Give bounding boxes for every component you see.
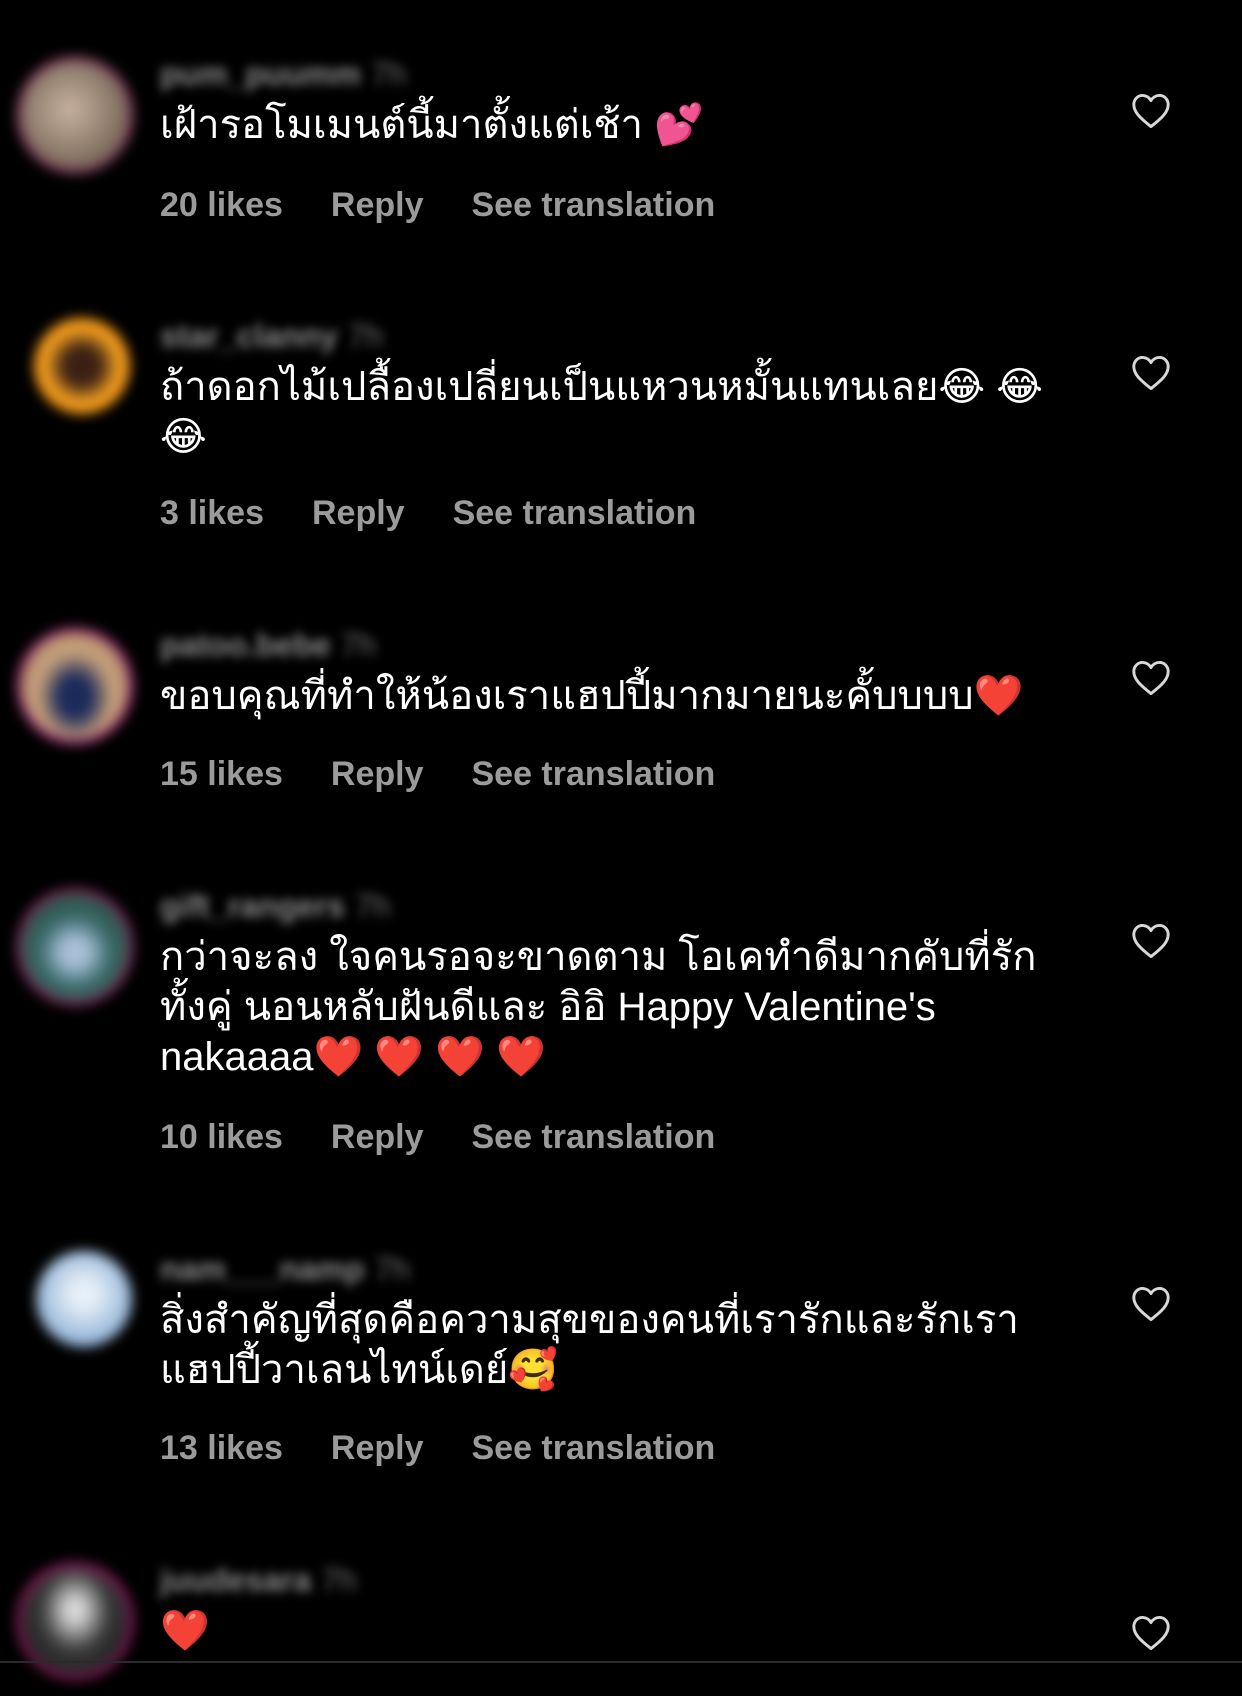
heart-outline-icon[interactable]: [1131, 93, 1171, 129]
see-translation-button[interactable]: See translation: [471, 186, 715, 224]
reply-button[interactable]: Reply: [331, 186, 424, 224]
reply-button[interactable]: Reply: [312, 494, 405, 532]
avatar[interactable]: [16, 888, 134, 1006]
likes-count[interactable]: 13 likes: [160, 1429, 283, 1467]
heart-outline-icon[interactable]: [1131, 1286, 1171, 1322]
see-translation-button[interactable]: See translation: [471, 1118, 715, 1156]
comment-text: สิ่งสำคัญที่สุดคือความสุขของคนที่เรารักแ…: [160, 1298, 1019, 1392]
username[interactable]: patoo.bebe: [160, 627, 331, 663]
comment-text: เฝ้ารอโมเมนต์นี้มาตั้งแต่เช้า 💕: [160, 103, 704, 147]
username-timestamp: star_clanny 7h: [160, 316, 383, 356]
username-timestamp: gift_rangers 7h: [160, 886, 391, 926]
avatar[interactable]: [16, 56, 134, 174]
likes-count[interactable]: 15 likes: [160, 755, 283, 793]
timestamp: 7h: [354, 888, 391, 924]
username-timestamp: nam___namp 7h: [160, 1249, 410, 1289]
username-timestamp: patoo.bebe 7h: [160, 625, 376, 665]
timestamp: 7h: [321, 1562, 357, 1598]
comment-text: ถ้าดอกไม้เปลื้องเปลี่ยนเป็นแหวนหมั้นแทนเ…: [160, 365, 1044, 459]
avatar[interactable]: [34, 318, 130, 414]
username[interactable]: juudesara: [160, 1562, 311, 1598]
see-translation-button[interactable]: See translation: [453, 494, 697, 532]
likes-count[interactable]: 20 likes: [160, 186, 283, 224]
timestamp: 7h: [370, 56, 407, 92]
reply-button[interactable]: Reply: [331, 1118, 424, 1156]
username-timestamp: pum_puumm 7h: [160, 54, 406, 94]
comment-actions: 15 likes Reply See translation: [160, 755, 763, 794]
comment-actions: 10 likes Reply See translation: [160, 1118, 763, 1157]
comment-actions: 3 likes Reply See translation: [160, 494, 744, 533]
username[interactable]: gift_rangers: [160, 888, 345, 924]
timestamp: 7h: [340, 627, 377, 663]
comment-actions: 20 likes Reply See translation: [160, 186, 763, 225]
comment-text: กว่าจะลง ใจคนรอจะขาดตาม โอเคทำดีมากคับที…: [160, 935, 1037, 1079]
heart-outline-icon[interactable]: [1131, 660, 1171, 696]
username[interactable]: star_clanny: [160, 318, 338, 354]
avatar[interactable]: [36, 1251, 132, 1347]
username[interactable]: pum_puumm: [160, 56, 361, 92]
heart-outline-icon[interactable]: [1131, 1615, 1171, 1651]
avatar[interactable]: [16, 627, 134, 745]
heart-outline-icon[interactable]: [1131, 355, 1171, 391]
comment-actions: 13 likes Reply See translation: [160, 1429, 763, 1468]
likes-count[interactable]: 3 likes: [160, 494, 264, 532]
likes-count[interactable]: 10 likes: [160, 1118, 283, 1156]
reply-button[interactable]: Reply: [331, 755, 424, 793]
username-timestamp: juudesara 7h: [160, 1560, 357, 1600]
see-translation-button[interactable]: See translation: [471, 755, 715, 793]
username[interactable]: nam___namp: [160, 1251, 365, 1287]
heart-outline-icon[interactable]: [1131, 923, 1171, 959]
reply-button[interactable]: Reply: [331, 1429, 424, 1467]
see-translation-button[interactable]: See translation: [471, 1429, 715, 1467]
comment-text: ❤️: [160, 1609, 210, 1653]
timestamp: 7h: [374, 1251, 411, 1287]
timestamp: 7h: [347, 318, 384, 354]
comment-text: ขอบคุณที่ทำให้น้องเราแฮปปี้มากมายนะคั้บบ…: [160, 674, 1024, 718]
bottom-divider: [0, 1661, 1242, 1663]
